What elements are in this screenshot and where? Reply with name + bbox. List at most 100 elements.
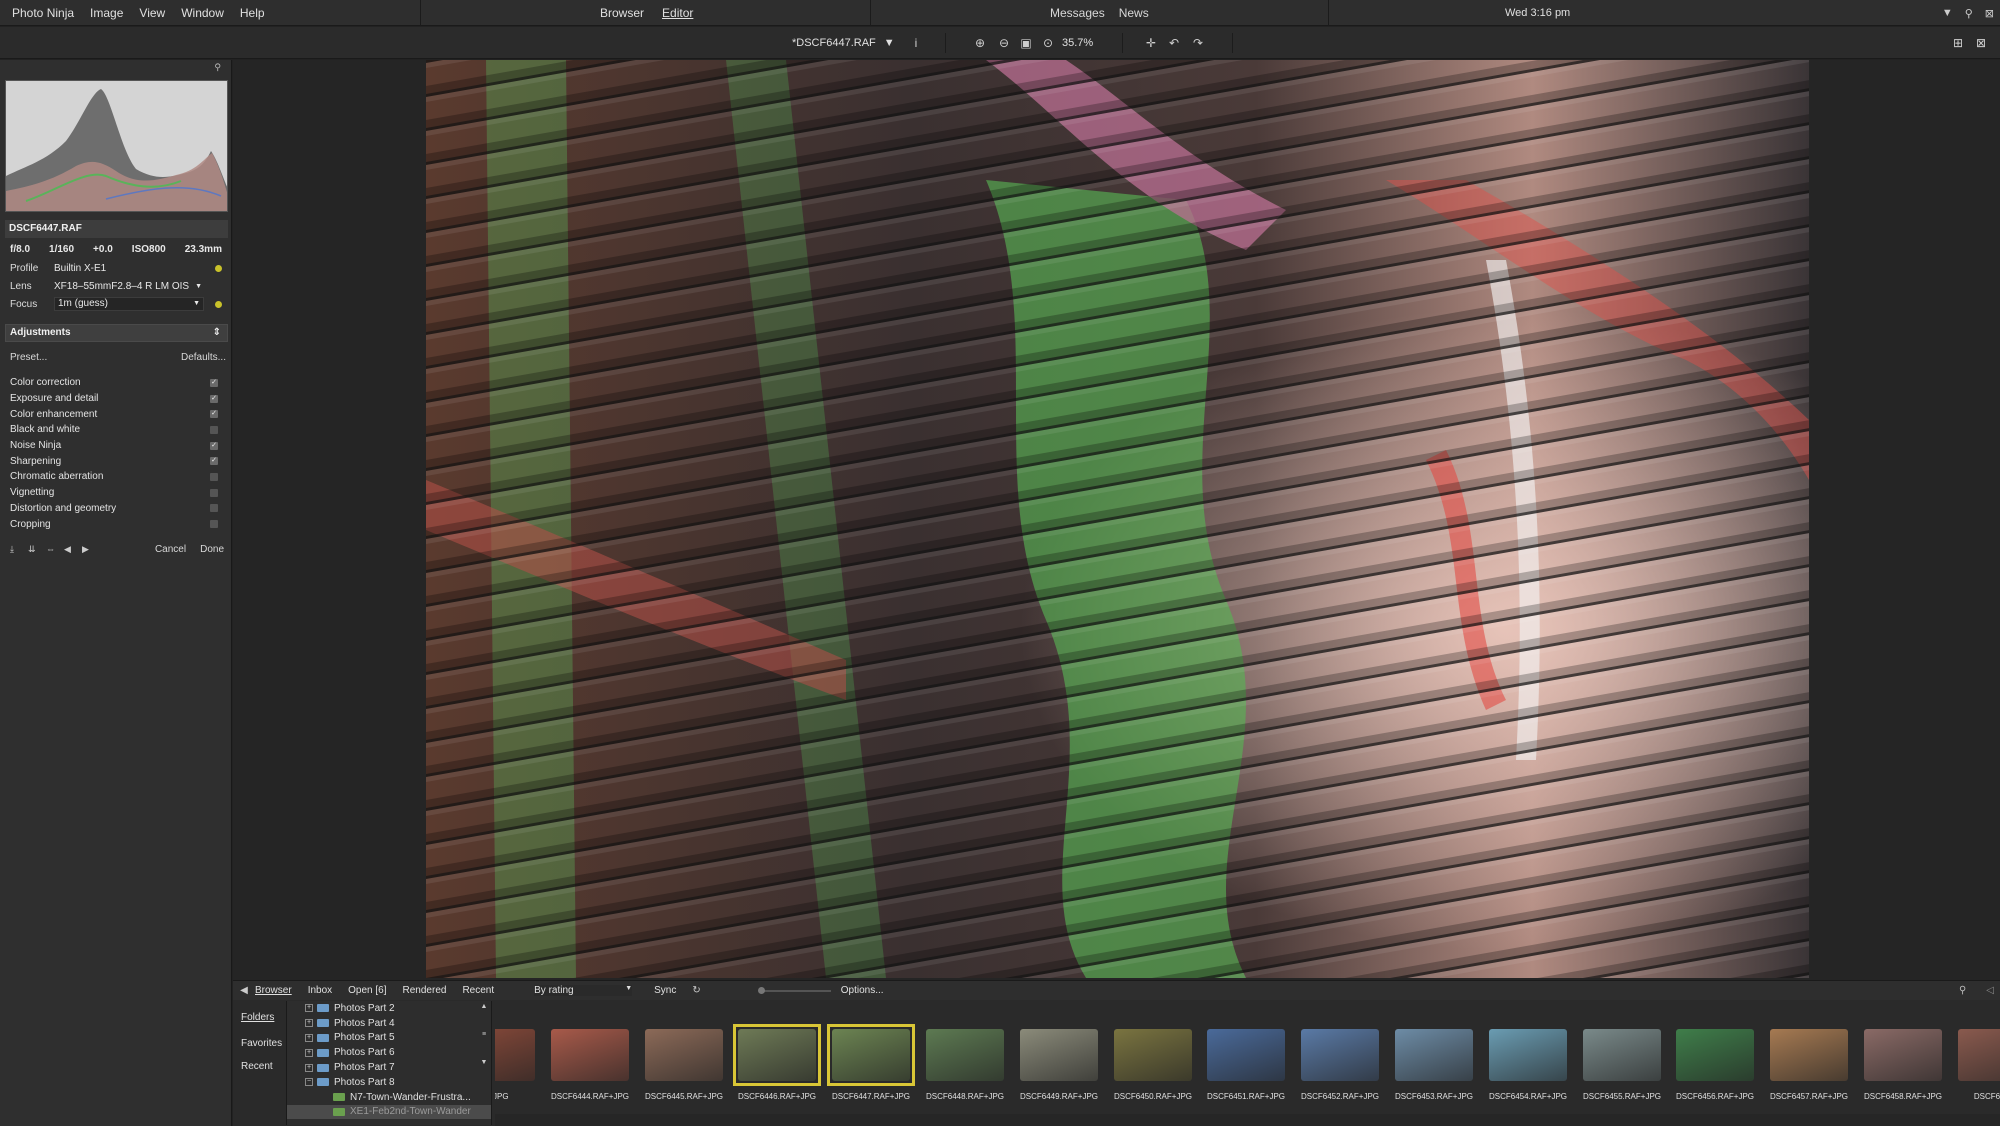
tab-browser[interactable]: Browser	[255, 985, 292, 996]
download-icon[interactable]: ⤓	[10, 544, 28, 555]
checkbox[interactable]	[210, 425, 218, 434]
defaults-button[interactable]: Defaults...	[181, 352, 226, 363]
adjustments-header[interactable]: Adjustments ⇕	[5, 324, 228, 342]
checkbox[interactable]: ✓	[210, 457, 218, 466]
adjustment-item[interactable]: Black and white	[10, 422, 218, 438]
menu-app[interactable]: Photo Ninja	[4, 6, 82, 20]
tab-rendered[interactable]: Rendered	[403, 985, 447, 996]
mode-editor[interactable]: Editor	[662, 6, 693, 20]
adjustment-item[interactable]: Noise Ninja ✓	[10, 438, 218, 454]
layout-grid-icon[interactable]: ⊞	[1950, 35, 1966, 51]
photo-canvas[interactable]	[426, 60, 1809, 978]
refresh-icon[interactable]: ↻	[692, 985, 700, 996]
thumbnail[interactable]	[1765, 1024, 1853, 1086]
thumbnail[interactable]	[546, 1024, 634, 1086]
preset-button[interactable]: Preset...	[10, 352, 47, 363]
folder-item[interactable]: − Photos Part 8	[287, 1075, 491, 1090]
folder-item[interactable]: + Photos Part 7	[287, 1060, 491, 1075]
expand-icon[interactable]: +	[305, 1004, 313, 1013]
adjustment-item[interactable]: Cropping	[10, 516, 218, 532]
sync-button[interactable]: Sync	[654, 985, 676, 996]
menu-image[interactable]: Image	[82, 6, 131, 20]
folder-item[interactable]: + Photos Part 5	[287, 1031, 491, 1046]
previous-icon[interactable]: ◀	[64, 544, 82, 555]
thumbnail[interactable]	[733, 1024, 821, 1086]
rotate-left-icon[interactable]: ↶	[1166, 35, 1182, 51]
cancel-button[interactable]: Cancel	[155, 544, 186, 555]
download-all-icon[interactable]: ⇊	[28, 544, 46, 555]
adjustment-item[interactable]: Color correction ✓	[10, 375, 218, 391]
checkbox[interactable]	[210, 504, 218, 513]
menu-view[interactable]: View	[131, 6, 173, 20]
zoom-out-icon[interactable]: ⊖	[996, 35, 1012, 51]
pin-icon[interactable]: ⚲	[214, 62, 221, 73]
news-link[interactable]: News	[1119, 6, 1149, 20]
compare-icon[interactable]: ⇔	[46, 544, 64, 554]
tab-recent[interactable]: Recent	[462, 985, 494, 996]
side-tab-folders[interactable]: Folders	[241, 1012, 274, 1023]
adjustment-item[interactable]: Color enhancement ✓	[10, 406, 218, 422]
crosshair-icon[interactable]: ✛	[1143, 35, 1159, 51]
messages-link[interactable]: Messages	[1050, 6, 1105, 20]
pin-icon[interactable]: ⚲	[1965, 7, 1973, 20]
adjustment-item[interactable]: Vignetting	[10, 485, 218, 501]
folder-item[interactable]: + Photos Part 2	[287, 1001, 491, 1016]
menu-window[interactable]: Window	[173, 6, 232, 20]
thumbnail[interactable]	[1859, 1024, 1947, 1086]
options-button[interactable]: Options...	[841, 985, 884, 996]
tab-open[interactable]: Open [6]	[348, 985, 386, 996]
checkbox[interactable]	[210, 472, 218, 481]
thumbnail[interactable]	[1015, 1024, 1103, 1086]
profile-value[interactable]: Builtin X-E1	[54, 263, 222, 274]
checkbox[interactable]: ✓	[210, 410, 218, 419]
side-tab-favorites[interactable]: Favorites	[241, 1038, 282, 1049]
rotate-right-icon[interactable]: ↷	[1190, 35, 1206, 51]
thumbnail[interactable]	[921, 1024, 1009, 1086]
collapse-right-icon[interactable]: ◁	[1986, 985, 1994, 996]
thumbnail[interactable]	[1671, 1024, 1759, 1086]
folder-item-selected[interactable]: XE1-Feb2nd-Town-Wander	[287, 1104, 491, 1120]
thumbnail-scrollbar[interactable]	[495, 1114, 2000, 1126]
adjustment-item[interactable]: Exposure and detail ✓	[10, 391, 218, 407]
thumbnail[interactable]	[827, 1024, 915, 1086]
adjustment-item[interactable]: Distortion and geometry	[10, 501, 218, 517]
expand-icon[interactable]: +	[305, 1063, 313, 1072]
thumbnail[interactable]	[1296, 1024, 1384, 1086]
thumbnail[interactable]	[1390, 1024, 1478, 1086]
adjustment-item[interactable]: Sharpening ✓	[10, 453, 218, 469]
checkbox[interactable]: ✓	[210, 394, 218, 403]
lens-select[interactable]: XF18–55mmF2.8–4 R LM OIS ▼	[54, 281, 222, 292]
thumbnail[interactable]	[1953, 1024, 2000, 1086]
checkbox[interactable]: ✓	[210, 441, 218, 450]
zoom-in-icon[interactable]: ⊕	[972, 35, 988, 51]
info-icon[interactable]: i	[908, 35, 924, 51]
close-panel-icon[interactable]: ⊠	[1973, 35, 1989, 51]
expand-icon[interactable]: +	[305, 1019, 313, 1028]
folder-item[interactable]: + Photos Part 4	[287, 1016, 491, 1031]
next-icon[interactable]: ▶	[82, 544, 100, 555]
close-window-icon[interactable]: ⊠	[1985, 7, 1994, 20]
thumbnail[interactable]	[1202, 1024, 1290, 1086]
folder-item[interactable]: N7-Town-Wander-Frustra...	[287, 1090, 491, 1105]
file-selector[interactable]: *DSCF6447.RAF ▼	[792, 27, 895, 59]
tab-inbox[interactable]: Inbox	[308, 985, 332, 996]
checkbox[interactable]	[210, 520, 218, 529]
checkbox[interactable]	[210, 488, 218, 497]
dropdown-arrow-icon[interactable]: ▼	[1942, 7, 1953, 19]
zoom-icon[interactable]: ⊙	[1040, 35, 1056, 51]
expand-icon[interactable]: +	[305, 1048, 313, 1057]
sort-dropdown[interactable]: By rating ▼	[534, 985, 633, 996]
done-button[interactable]: Done	[200, 544, 224, 555]
focus-select[interactable]: 1m (guess) ▼	[54, 297, 204, 311]
tree-scrollbar[interactable]: ▲ ≡ ▼	[479, 1003, 489, 1123]
thumbnail[interactable]	[1578, 1024, 1666, 1086]
pin-icon[interactable]: ⚲	[1959, 985, 1966, 996]
collapse-icon[interactable]: −	[305, 1078, 313, 1087]
checkbox[interactable]: ✓	[210, 378, 218, 387]
thumbnail[interactable]	[1484, 1024, 1572, 1086]
menu-help[interactable]: Help	[232, 6, 273, 20]
thumbnail-size-slider[interactable]	[757, 986, 831, 994]
folder-item[interactable]: + Photos Part 6	[287, 1045, 491, 1060]
expand-icon[interactable]: +	[305, 1033, 313, 1042]
side-tab-recent[interactable]: Recent	[241, 1061, 273, 1072]
